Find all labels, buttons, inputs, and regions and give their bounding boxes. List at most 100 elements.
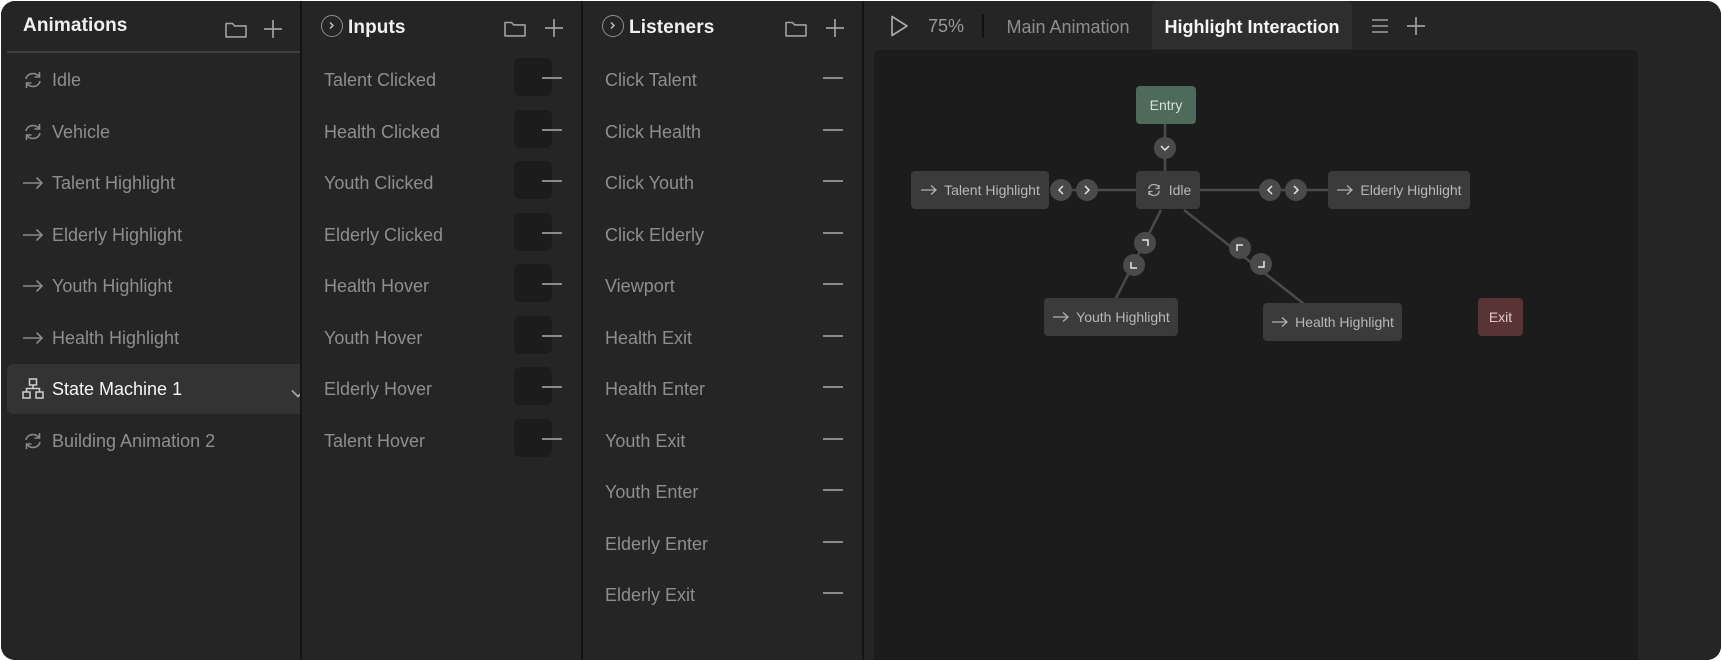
animations-title: Animations <box>23 15 128 36</box>
remove-listener-icon[interactable] <box>823 283 843 285</box>
zoom-level[interactable]: 75% <box>928 16 964 37</box>
listener-item-click-talent[interactable]: Click Talent <box>583 55 862 105</box>
animation-item-state-machine-1[interactable]: State Machine 1 <box>7 364 325 414</box>
transition-health-idle[interactable] <box>1229 237 1251 259</box>
remove-input-icon[interactable] <box>542 386 562 388</box>
listener-label: Youth Exit <box>605 430 686 451</box>
node-label: Entry <box>1149 97 1183 113</box>
transition-elderly-idle[interactable] <box>1285 179 1307 201</box>
transition-idle-talent[interactable] <box>1050 179 1072 201</box>
remove-input-icon[interactable] <box>542 283 562 285</box>
transition-idle-elderly[interactable] <box>1259 179 1281 201</box>
input-item-elderly-clicked[interactable]: Elderly Clicked <box>302 210 581 260</box>
animation-item-label: Youth Highlight <box>52 276 173 296</box>
remove-listener-icon[interactable] <box>823 180 843 182</box>
arrow-right-icon <box>21 274 45 298</box>
transition-idle-health[interactable] <box>1250 253 1272 275</box>
listener-label: Click Youth <box>605 173 695 193</box>
input-item-health-clicked[interactable]: Health Clicked <box>302 107 581 157</box>
transition-youth-idle[interactable] <box>1134 232 1156 254</box>
folder-icon[interactable] <box>223 16 249 42</box>
remove-listener-icon[interactable] <box>823 489 843 491</box>
listener-item-click-elderly[interactable]: Click Elderly <box>583 210 862 260</box>
inputs-header: Inputs <box>302 1 581 55</box>
transition-lines <box>1050 124 1328 316</box>
remove-input-icon[interactable] <box>542 128 562 131</box>
listener-item-youth-exit[interactable]: Youth Exit <box>583 416 862 466</box>
listener-item-health-enter[interactable]: Health Enter <box>583 364 862 414</box>
node-health-highlight[interactable]: Health Highlight <box>1263 303 1402 341</box>
remove-input-icon[interactable] <box>542 77 562 79</box>
animation-item-elderly-highlight[interactable]: Elderly Highlight <box>7 210 325 260</box>
add-animation-icon[interactable] <box>260 16 286 42</box>
listener-item-health-exit[interactable]: Health Exit <box>583 313 862 363</box>
animation-item-label: Talent Highlight <box>52 173 176 193</box>
input-item-talent-clicked[interactable]: Talent Clicked <box>302 55 581 105</box>
remove-input-icon[interactable] <box>542 334 562 337</box>
arrow-right-icon <box>1271 315 1289 329</box>
input-item-talent-hover[interactable]: Talent Hover <box>302 416 581 466</box>
remove-listener-icon[interactable] <box>823 386 843 388</box>
transition-entry-idle[interactable] <box>1154 137 1176 159</box>
listener-item-elderly-enter[interactable]: Elderly Enter <box>583 519 862 569</box>
tab-main-animation[interactable]: Main Animation <box>988 1 1148 49</box>
node-entry[interactable]: Entry <box>1136 86 1196 124</box>
listener-item-viewport[interactable]: Viewport <box>583 261 862 311</box>
folder-icon[interactable] <box>502 15 528 41</box>
animation-item-building-animation-2[interactable]: Building Animation 2 <box>7 416 325 466</box>
input-item-youth-clicked[interactable]: Youth Clicked <box>302 158 581 208</box>
collapse-listeners-icon[interactable] <box>602 15 624 37</box>
listener-label: Viewport <box>605 276 675 296</box>
remove-listener-icon[interactable] <box>823 592 843 594</box>
collapse-inputs-icon[interactable] <box>321 15 343 37</box>
remove-listener-icon[interactable] <box>823 77 843 79</box>
listener-item-elderly-exit[interactable]: Elderly Exit <box>583 570 862 620</box>
animation-item-talent-highlight[interactable]: Talent Highlight <box>7 158 325 208</box>
node-exit[interactable]: Exit <box>1478 298 1523 336</box>
transition-talent-idle[interactable] <box>1076 179 1098 201</box>
animation-item-vehicle[interactable]: Vehicle <box>7 107 325 157</box>
loop-icon <box>21 429 45 453</box>
remove-input-icon[interactable] <box>542 437 562 440</box>
listener-item-click-youth[interactable]: Click Youth <box>583 158 862 208</box>
listener-label: Click Elderly <box>605 224 705 245</box>
animation-item-label: Building Animation 2 <box>52 430 216 451</box>
graph-canvas[interactable]: Entry Idle Talent Highlight Elderly High… <box>874 50 1638 660</box>
remove-input-icon[interactable] <box>542 231 562 234</box>
remove-listener-icon[interactable] <box>823 437 843 440</box>
listener-label: Elderly Enter <box>605 533 709 554</box>
arrow-right-icon <box>1052 310 1070 324</box>
input-item-youth-hover[interactable]: Youth Hover <box>302 313 581 363</box>
animation-item-label: Idle <box>52 70 82 90</box>
add-listener-icon[interactable] <box>822 15 848 41</box>
play-icon[interactable] <box>886 13 912 39</box>
inputs-title: Inputs <box>348 17 406 38</box>
remove-listener-icon[interactable] <box>823 334 843 337</box>
remove-listener-icon[interactable] <box>823 540 843 543</box>
add-input-icon[interactable] <box>541 15 567 41</box>
remove-listener-icon[interactable] <box>823 231 843 234</box>
loop-icon <box>21 68 45 92</box>
node-elderly-highlight[interactable]: Elderly Highlight <box>1328 171 1470 209</box>
listener-item-youth-enter[interactable]: Youth Enter <box>583 467 862 517</box>
folder-icon[interactable] <box>783 15 809 41</box>
listener-label: Youth Enter <box>605 482 699 502</box>
node-talent-highlight[interactable]: Talent Highlight <box>911 171 1049 209</box>
animation-item-idle[interactable]: Idle <box>7 55 325 105</box>
menu-icon[interactable] <box>1369 15 1391 37</box>
animation-item-health-highlight[interactable]: Health Highlight <box>7 313 325 363</box>
add-tab-icon[interactable] <box>1403 13 1429 39</box>
input-item-elderly-hover[interactable]: Elderly Hover <box>302 364 581 414</box>
tab-highlight-interaction[interactable]: Highlight Interaction <box>1152 1 1352 49</box>
remove-listener-icon[interactable] <box>823 128 843 131</box>
arrow-right-icon <box>21 326 45 350</box>
transition-idle-youth[interactable] <box>1123 254 1145 276</box>
node-idle[interactable]: Idle <box>1136 171 1200 209</box>
remove-input-icon[interactable] <box>542 180 562 182</box>
listener-item-click-health[interactable]: Click Health <box>583 107 862 157</box>
input-label: Elderly Hover <box>324 379 433 399</box>
animation-item-youth-highlight[interactable]: Youth Highlight <box>7 261 325 311</box>
input-item-health-hover[interactable]: Health Hover <box>302 261 581 311</box>
node-youth-highlight[interactable]: Youth Highlight <box>1044 298 1178 336</box>
node-label: Exit <box>1488 309 1513 325</box>
